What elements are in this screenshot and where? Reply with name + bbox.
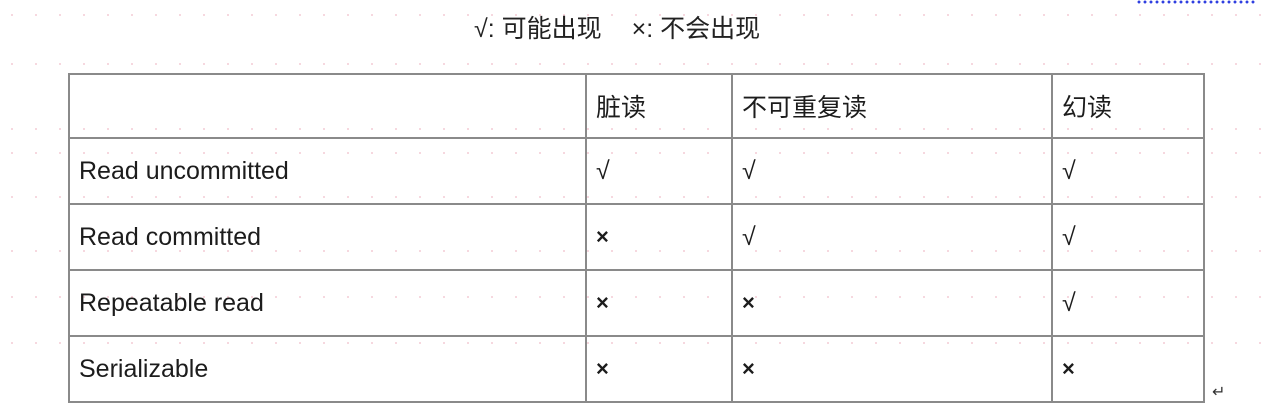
- isolation-level-name: Read committed: [68, 203, 587, 271]
- phantom-read-mark: ×: [1051, 335, 1205, 403]
- header-cell-dirty-read: 脏读: [585, 73, 733, 139]
- non-repeatable-read-mark: √: [731, 203, 1053, 271]
- paragraph-return-icon: ↵: [1212, 384, 1226, 401]
- dirty-read-mark: √: [585, 137, 733, 205]
- isolation-level-name: Serializable: [68, 335, 587, 403]
- legend: √: 可能出现 ×: 不会出现: [474, 8, 760, 46]
- non-repeatable-read-mark: ×: [731, 269, 1053, 337]
- phantom-read-mark: √: [1051, 203, 1205, 271]
- table-row: Repeatable read × × √: [68, 269, 1205, 337]
- dirty-read-mark: ×: [585, 203, 733, 271]
- isolation-level-name: Repeatable read: [68, 269, 587, 337]
- dirty-read-mark: ×: [585, 335, 733, 403]
- background-guide-line: [0, 63, 1268, 65]
- phantom-read-mark: √: [1051, 269, 1205, 337]
- isolation-level-table: 脏读 不可重复读 幻读 Read uncommitted √ √ √ Read …: [68, 73, 1205, 403]
- table-header-row: 脏读 不可重复读 幻读: [68, 73, 1205, 139]
- dirty-read-mark: ×: [585, 269, 733, 337]
- spellcheck-underline-mark: [1136, 0, 1256, 4]
- header-cell-phantom-read: 幻读: [1051, 73, 1205, 139]
- legend-impossible: ×: 不会出现: [631, 15, 761, 43]
- table-row: Read committed × √ √: [68, 203, 1205, 271]
- phantom-read-mark: √: [1051, 137, 1205, 205]
- header-cell-empty: [68, 73, 587, 139]
- non-repeatable-read-mark: √: [731, 137, 1053, 205]
- legend-possible: √: 可能出现: [474, 15, 602, 43]
- table-row: Serializable × × ×: [68, 335, 1205, 403]
- isolation-level-name: Read uncommitted: [68, 137, 587, 205]
- table-row: Read uncommitted √ √ √: [68, 137, 1205, 205]
- non-repeatable-read-mark: ×: [731, 335, 1053, 403]
- header-cell-non-repeatable-read: 不可重复读: [731, 73, 1053, 139]
